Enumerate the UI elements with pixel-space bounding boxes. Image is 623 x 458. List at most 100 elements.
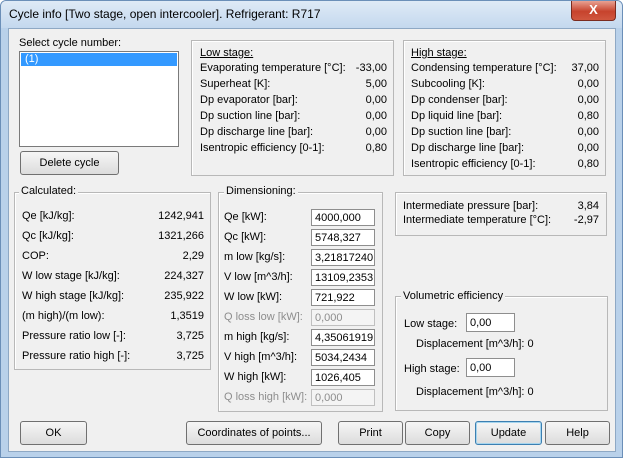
calculated-field-label: Qc [kJ/kg]: (22, 230, 74, 242)
high-stage-field-label: Isentropic efficiency [0-1]: (411, 158, 536, 170)
high-stage-field-label: Dp liquid line [bar]: (411, 110, 503, 122)
dimensioning-field-label: Q loss high [kW]: (224, 391, 308, 403)
vol-high-input[interactable]: 0,00 (466, 358, 515, 377)
intermediate-field-value: 3,84 (577, 200, 599, 212)
calculated-field-label: COP: (22, 250, 49, 262)
print-label: Print (359, 427, 382, 439)
low-stage-field-label: Dp suction line [bar]: (200, 110, 301, 122)
calculated-field-value: 3,725 (176, 350, 204, 362)
delete-cycle-button[interactable]: Delete cycle (20, 151, 119, 175)
low-stage-field-value: 0,00 (365, 126, 387, 138)
dimensioning-field-label: Q loss low [kW]: (224, 311, 303, 323)
low-stage-group: Low stage: Evaporating temperature [°C]:… (191, 40, 394, 176)
intermediate-field-label: Intermediate temperature [°C]: (403, 214, 552, 226)
high-stage-field-value: 0,00 (577, 94, 599, 106)
high-stage-field-value: 0,00 (577, 78, 599, 90)
intermediate-group: Intermediate pressure [bar]: 3,84 Intermed… (395, 192, 607, 236)
low-stage-field-value: 0,00 (365, 110, 387, 122)
cycle-list-item[interactable]: (1) (21, 53, 177, 66)
calculated-field-label: (m high)/(m low): (22, 310, 105, 322)
dimensioning-field-input[interactable]: 4,35061919 (311, 329, 375, 346)
title-bar: Cycle info [Two stage, open intercooler]… (1, 1, 622, 28)
vol-low-displacement: Displacement [m^3/h]: 0 (416, 338, 534, 350)
dimensioning-field-input[interactable]: 3,21817240 (311, 249, 375, 266)
dimensioning-field-input[interactable]: 5748,327 (311, 229, 375, 246)
high-stage-group: High stage: Condensing temperature [°C]:… (403, 40, 606, 176)
window-title: Cycle info [Two stage, open intercooler]… (9, 7, 321, 21)
help-button[interactable]: Help (545, 421, 610, 445)
select-cycle-label: Select cycle number: (19, 37, 122, 49)
coordinates-button[interactable]: Coordinates of points... (186, 421, 322, 445)
dimensioning-field-label: m high [kg/s]: (224, 331, 290, 343)
low-stage-field-label: Isentropic efficiency [0-1]: (200, 142, 325, 154)
intermediate-field-value: -2,97 (573, 214, 599, 226)
vol-high-label: High stage: (404, 363, 460, 375)
coordinates-label: Coordinates of points... (197, 427, 311, 439)
copy-button[interactable]: Copy (405, 421, 470, 445)
calculated-field-value: 1,3519 (170, 310, 204, 322)
calculated-field-label: W high stage [kJ/kg]: (22, 290, 125, 302)
low-stage-field-value: 5,00 (365, 78, 387, 90)
low-stage-field-label: Dp discharge line [bar]: (200, 126, 314, 138)
low-stage-field-value: 0,00 (365, 94, 387, 106)
calculated-field-value: 224,327 (164, 270, 204, 282)
dimensioning-field-input: 0,000 (311, 389, 375, 406)
close-icon[interactable]: X (571, 1, 616, 21)
update-button[interactable]: Update (475, 421, 542, 445)
ok-button[interactable]: OK (20, 421, 87, 445)
volumetric-efficiency-group: Low stage: 0,00 Displacement [m^3/h]: 0 … (395, 296, 608, 411)
intermediate-field-label: Intermediate pressure [bar]: (403, 200, 539, 212)
dimensioning-field-label: W low [kW]: (224, 291, 283, 303)
dimensioning-field-input[interactable]: 13109,2353 (311, 269, 375, 286)
dimensioning-group: Qe [kW]: 4000,000 Qc [kW]: 5748,327 m low [k… (218, 192, 383, 412)
calculated-field-label: W low stage [kJ/kg]: (22, 270, 120, 282)
dialog-client: Select cycle number: (1) Delete cycle Lo… (8, 28, 616, 452)
update-label: Update (490, 427, 527, 439)
dimensioning-legend: Dimensioning: (224, 185, 298, 197)
print-button[interactable]: Print (338, 421, 403, 445)
low-stage-field-value: 0,80 (365, 142, 387, 154)
vol-high-displacement: Displacement [m^3/h]: 0 (416, 386, 534, 398)
calculated-field-value: 2,29 (182, 250, 204, 262)
low-stage-field-value: -33,00 (355, 62, 387, 74)
calculated-field-label: Qe [kJ/kg]: (22, 210, 75, 222)
ok-label: OK (45, 427, 62, 439)
dimensioning-field-label: Qe [kW]: (224, 211, 267, 223)
dimensioning-field-label: m low [kg/s]: (224, 251, 286, 263)
calculated-field-value: 3,725 (176, 330, 204, 342)
high-stage-field-value: 0,80 (577, 110, 599, 122)
calculated-field-value: 1242,941 (158, 210, 204, 222)
high-stage-field-label: Dp condenser [bar]: (411, 94, 508, 106)
dimensioning-field-input[interactable]: 5034,2434 (311, 349, 375, 366)
cycle-info-window: Cycle info [Two stage, open intercooler]… (0, 0, 623, 458)
calculated-field-value: 1321,266 (158, 230, 204, 242)
volumetric-efficiency-legend: Volumetric efficiency (401, 290, 506, 302)
vol-low-label: Low stage: (404, 318, 458, 330)
high-stage-heading: High stage: (411, 47, 467, 59)
high-stage-field-label: Subcooling [K]: (411, 78, 485, 90)
calculated-group: Qe [kJ/kg]: 1242,941 Qc [kJ/kg]: 1321,266 CO… (14, 192, 211, 370)
dimensioning-field-input[interactable]: 721,922 (311, 289, 375, 306)
calculated-field-value: 235,922 (164, 290, 204, 302)
high-stage-field-label: Dp discharge line [bar]: (411, 142, 525, 154)
high-stage-field-value: 37,00 (571, 62, 599, 74)
low-stage-field-label: Dp evaporator [bar]: (200, 94, 298, 106)
high-stage-field-value: 0,00 (577, 126, 599, 138)
copy-label: Copy (424, 427, 451, 439)
dimensioning-field-label: Qc [kW]: (224, 231, 267, 243)
dimensioning-field-label: W high [kW]: (224, 371, 287, 383)
vol-low-input[interactable]: 0,00 (466, 313, 515, 332)
calculated-field-label: Pressure ratio high [-]: (22, 350, 131, 362)
delete-cycle-label: Delete cycle (39, 157, 100, 169)
calculated-field-label: Pressure ratio low [-]: (22, 330, 126, 342)
cycle-listbox[interactable]: (1) (19, 51, 179, 147)
help-label: Help (566, 427, 589, 439)
calculated-legend: Calculated: (19, 185, 79, 197)
high-stage-field-label: Condensing temperature [°C]: (411, 62, 557, 74)
low-stage-field-label: Superheat [K]: (200, 78, 271, 90)
high-stage-field-label: Dp suction line [bar]: (411, 126, 512, 138)
dimensioning-field-input[interactable]: 1026,405 (311, 369, 375, 386)
dimensioning-field-input[interactable]: 4000,000 (311, 209, 375, 226)
low-stage-heading: Low stage: (200, 47, 254, 59)
low-stage-field-label: Evaporating temperature [°C]: (200, 62, 346, 74)
